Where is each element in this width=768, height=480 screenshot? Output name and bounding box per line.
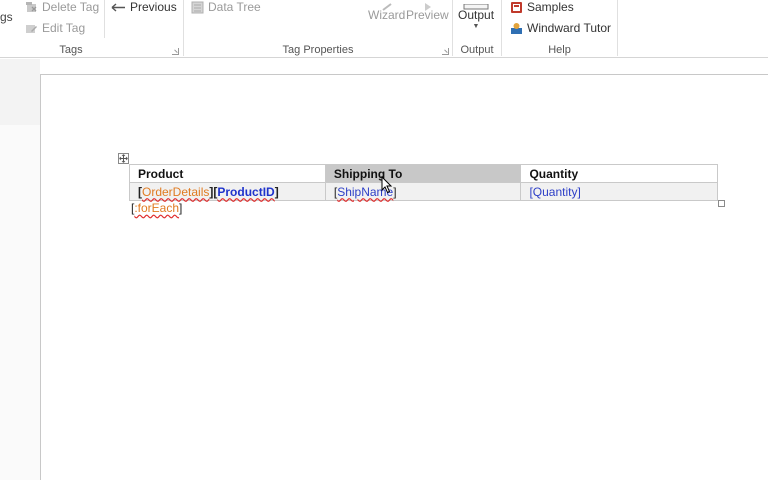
shipping-cell[interactable]: [ShipName] — [324, 182, 522, 201]
delete-tag-label: Delete Tag — [42, 0, 100, 14]
header-cell-quantity[interactable]: Quantity — [520, 164, 718, 183]
table-resize-handle-icon[interactable] — [718, 200, 725, 207]
output-group-label: Output — [460, 44, 494, 56]
tags-group-label: Tags — [59, 44, 83, 56]
mouse-pointer-icon — [381, 175, 393, 197]
orderdetails-tag[interactable]: OrderDetails — [142, 185, 209, 199]
tags-group-launcher-icon[interactable] — [172, 48, 179, 55]
delete-tag-button[interactable]: Delete Tag — [25, 0, 99, 14]
template-table[interactable]: Product Shipping To Quantity [OrderDetai… — [129, 164, 718, 201]
document-page[interactable] — [40, 74, 768, 480]
delete-tag-icon — [25, 1, 38, 14]
edit-tag-icon — [25, 22, 38, 35]
output-button[interactable]: Output ▼ — [458, 0, 494, 30]
separator — [104, 0, 105, 38]
tag-properties-group-label: Tag Properties — [282, 44, 354, 56]
help-group: Samples Windward Tutor Help — [502, 0, 617, 58]
tag-properties-group-launcher-icon[interactable] — [442, 48, 449, 55]
previous-button[interactable]: Previous — [111, 0, 177, 14]
header-cell-shipping-to[interactable]: Shipping To — [324, 164, 522, 183]
edit-tag-button[interactable]: Edit Tag — [25, 21, 85, 35]
samples-label: Samples — [527, 0, 574, 14]
data-tree-button[interactable]: Data Tree — [191, 0, 261, 14]
output-group: Output ▼ Output — [453, 0, 501, 58]
previous-label: Previous — [130, 0, 177, 14]
navigation-pane-lower — [0, 125, 40, 480]
bracket: ] — [179, 201, 183, 215]
product-cell[interactable]: [OrderDetails][ProductID] — [129, 182, 326, 201]
table-row: [OrderDetails][ProductID] [ShipName] [Qu… — [129, 182, 718, 201]
preview-button[interactable]: Preview — [406, 0, 449, 22]
table-header-row: Product Shipping To Quantity — [129, 164, 718, 183]
table-move-handle-icon[interactable] — [118, 153, 129, 164]
samples-icon — [510, 1, 523, 14]
productid-tag[interactable]: ProductID — [217, 185, 274, 199]
data-tree-icon — [191, 1, 204, 14]
tag-properties-group: Data Tree Wizard Preview Tag Properties — [184, 0, 452, 58]
preview-icon — [417, 0, 437, 11]
bracket: ] — [274, 184, 279, 199]
windward-tutor-label: Windward Tutor — [527, 21, 612, 35]
bracket: ] — [393, 184, 397, 199]
windward-tutor-button[interactable]: Windward Tutor — [510, 21, 611, 35]
separator — [617, 0, 618, 56]
edit-tag-label: Edit Tag — [42, 21, 86, 35]
bracket: ] — [577, 184, 581, 199]
output-icon — [462, 0, 490, 10]
wizard-icon — [377, 0, 397, 11]
windward-tutor-icon — [510, 22, 523, 35]
chevron-down-icon: ▼ — [472, 23, 480, 30]
ribbon: gs Delete Tag Edit Tag Previous Tags Dat… — [0, 0, 768, 58]
foreach-tag[interactable]: :forEach — [134, 201, 179, 215]
data-tree-label: Data Tree — [208, 0, 261, 14]
tags-group: gs Delete Tag Edit Tag Previous Tags — [0, 0, 183, 58]
help-group-label: Help — [548, 44, 571, 56]
foreach-end-tag[interactable]: [:forEach] — [131, 201, 182, 215]
header-cell-product[interactable]: Product — [129, 164, 326, 183]
arrow-left-icon — [111, 1, 126, 14]
samples-button[interactable]: Samples — [510, 0, 574, 14]
wizard-button[interactable]: Wizard — [368, 0, 405, 22]
quantity-cell[interactable]: [Quantity] — [520, 182, 718, 201]
quantity-tag[interactable]: Quantity — [533, 185, 578, 199]
insert-tags-partial-label[interactable]: gs — [0, 10, 13, 24]
